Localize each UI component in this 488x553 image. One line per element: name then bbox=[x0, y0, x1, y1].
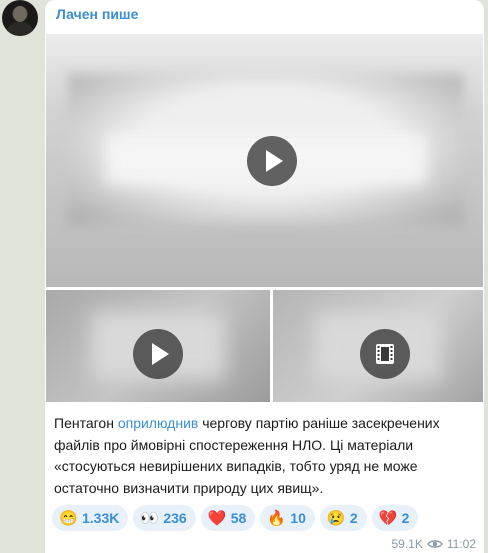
channel-avatar[interactable] bbox=[2, 0, 38, 36]
message-meta: 59.1K 11:02 bbox=[392, 537, 477, 551]
reaction-count: 1.33K bbox=[82, 510, 120, 526]
grin-emoji: 😁 bbox=[59, 510, 78, 527]
reaction-count: 58 bbox=[230, 510, 247, 526]
sender-name[interactable]: Лачен пише bbox=[56, 6, 138, 22]
reaction-heart[interactable]: ❤️ 58 bbox=[200, 505, 256, 531]
media-video-3[interactable] bbox=[273, 290, 483, 402]
reactions-bar: 😁 1.33K 👀 236 ❤️ 58 🔥 10 😢 2 💔 2 bbox=[52, 505, 419, 531]
media-video-2[interactable] bbox=[46, 290, 270, 402]
view-count: 59.1K bbox=[391, 537, 423, 551]
reaction-fire[interactable]: 🔥 10 bbox=[260, 505, 315, 531]
fire-emoji: 🔥 bbox=[267, 510, 286, 527]
caption-text: Пентагон bbox=[54, 415, 118, 431]
message-caption: Пентагон оприлюднив чергову партію раніш… bbox=[54, 413, 474, 499]
message-bubble: Лачен пише Пентагон оприлюднив чергову п… bbox=[45, 0, 484, 553]
reaction-crying[interactable]: 😢 2 bbox=[319, 505, 367, 531]
reaction-grin[interactable]: 😁 1.33K bbox=[52, 505, 129, 531]
film-icon[interactable] bbox=[360, 329, 410, 379]
reaction-count: 10 bbox=[290, 510, 306, 526]
eyes-emoji: 👀 bbox=[140, 510, 160, 527]
reaction-broken-heart[interactable]: 💔 2 bbox=[371, 505, 419, 531]
reaction-eyes[interactable]: 👀 236 bbox=[133, 505, 196, 531]
broken-heart-emoji: 💔 bbox=[378, 510, 398, 527]
play-icon[interactable] bbox=[133, 329, 183, 379]
message-time: 11:02 bbox=[446, 537, 476, 551]
avatar-body bbox=[7, 22, 33, 36]
reaction-count: 2 bbox=[349, 510, 358, 526]
caption-link[interactable]: оприлюднив bbox=[118, 415, 199, 431]
eye-icon bbox=[427, 539, 443, 549]
avatar-face bbox=[13, 6, 27, 22]
reaction-count: 236 bbox=[163, 510, 187, 526]
heart-emoji: ❤️ bbox=[207, 510, 227, 527]
play-icon[interactable] bbox=[247, 136, 297, 186]
media-video-main[interactable] bbox=[46, 34, 483, 287]
reaction-count: 2 bbox=[401, 510, 410, 526]
crying-emoji: 😢 bbox=[326, 510, 346, 527]
